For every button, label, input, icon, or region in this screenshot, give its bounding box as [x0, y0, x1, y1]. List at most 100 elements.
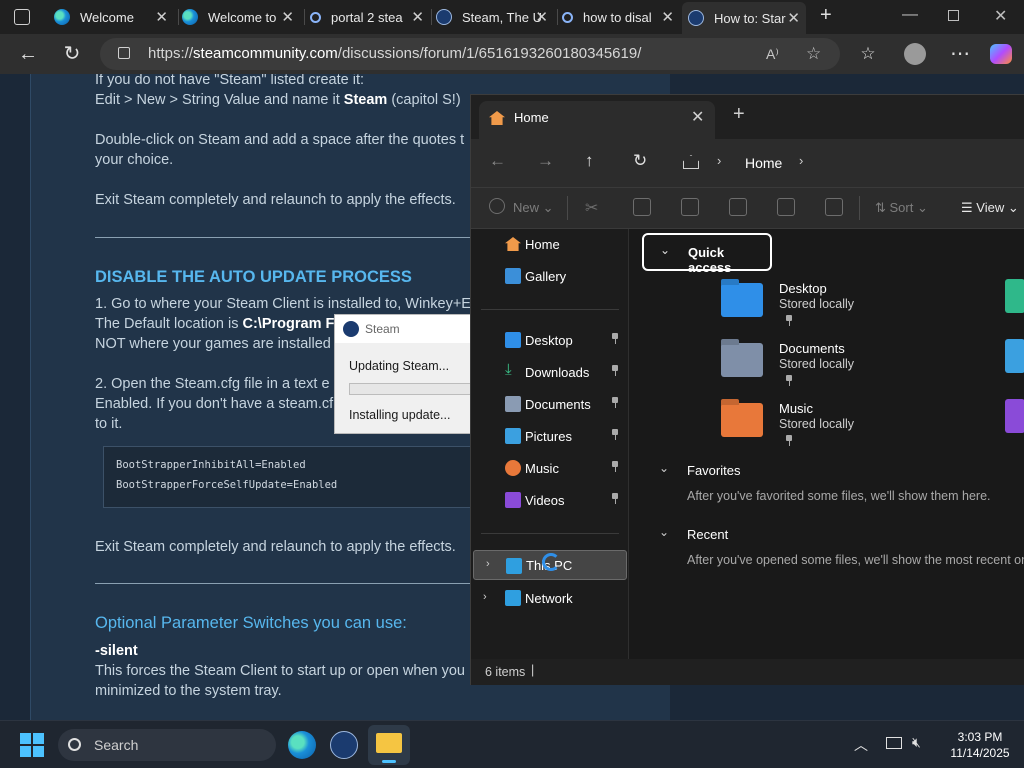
sidebar-item-documents[interactable]: Documents — [471, 389, 629, 419]
sidebar-item-network[interactable]: › Network — [471, 583, 629, 613]
music-folder-icon — [505, 460, 521, 476]
new-button[interactable]: New ⌄ — [513, 200, 554, 216]
clock[interactable]: 3:03 PM 11/14/2025 — [940, 729, 1020, 761]
cut-icon[interactable]: ✂ — [585, 198, 603, 217]
tab-actions-icon[interactable] — [14, 9, 30, 25]
up-button[interactable]: ↑ — [585, 151, 594, 171]
paragraph-line: your choice. — [95, 152, 174, 168]
new-tab-button[interactable]: + — [733, 103, 745, 126]
browser-tab[interactable]: portal 2 stea ✕ — [310, 4, 430, 30]
paragraph-line: Double-click on Steam and add a space af… — [95, 132, 465, 148]
sort-button[interactable]: ⇅ Sort ⌄ — [875, 200, 928, 216]
back-button[interactable]: ← — [14, 40, 42, 68]
sidebar-item-downloads[interactable]: ⤓ Downloads — [471, 357, 629, 387]
sidebar-item-home[interactable]: Home — [471, 229, 629, 259]
quick-access-item[interactable]: Documents Stored locally — [721, 341, 1021, 397]
divider — [95, 583, 475, 584]
browser-tab[interactable]: Welcome ✕ — [54, 4, 174, 30]
url-field[interactable]: https://steamcommunity.com/discussions/f… — [100, 38, 840, 70]
volume-muted-icon[interactable]: 🔇︎ — [912, 734, 921, 751]
favorites-icon[interactable]: ☆ — [854, 40, 882, 68]
taskbar-search[interactable]: Search — [58, 729, 276, 761]
explorer-status-bar: 6 items | — [471, 659, 1024, 685]
pin-icon — [785, 435, 793, 447]
tab-close-icon[interactable]: ✕ — [535, 8, 548, 26]
code-block[interactable]: BootStrapperInhibitAll=Enabled BootStrap… — [103, 446, 483, 508]
chevron-up-icon[interactable]: ︿ — [854, 735, 868, 755]
profile-avatar[interactable] — [904, 43, 926, 65]
view-button[interactable]: ☰ View ⌄ — [961, 200, 1019, 216]
chevron-right-icon[interactable]: › — [799, 153, 803, 168]
edge-icon[interactable] — [288, 731, 316, 759]
reload-button[interactable]: ↻ — [58, 40, 86, 68]
browser-tab[interactable]: Welcome to ✕ — [182, 4, 300, 30]
empty-state-note: After you've opened some files, we'll sh… — [687, 553, 1024, 567]
documents-folder-icon — [505, 396, 521, 412]
start-button[interactable] — [20, 733, 44, 757]
steam-update-dialog[interactable]: Steam Updating Steam... Installing updat… — [334, 314, 475, 434]
display-icon[interactable] — [886, 737, 902, 749]
file-explorer-icon[interactable] — [368, 725, 410, 765]
new-tab-button[interactable]: + — [820, 4, 832, 27]
home-icon — [505, 237, 521, 251]
chevron-right-icon[interactable]: › — [483, 591, 487, 603]
tab-close-icon[interactable]: ✕ — [787, 9, 800, 27]
restore-button[interactable] — [948, 10, 959, 21]
lock-icon[interactable] — [118, 47, 130, 59]
chevron-down-icon[interactable]: ⌄ — [659, 525, 669, 539]
refresh-button[interactable]: ↻ — [633, 151, 647, 171]
browser-tab[interactable]: how to disal ✕ — [562, 4, 680, 30]
copilot-icon[interactable] — [990, 44, 1012, 64]
tab-close-icon[interactable]: ✕ — [661, 8, 674, 26]
breadcrumb-item[interactable]: Home — [745, 155, 782, 171]
sidebar-item-gallery[interactable]: Gallery — [471, 261, 629, 291]
folder-icon[interactable] — [1005, 279, 1024, 313]
browser-tab-active[interactable]: How to: Star ✕ — [682, 2, 806, 34]
browser-tab-bar: Welcome ✕ Welcome to ✕ portal 2 stea ✕ S… — [0, 0, 1024, 34]
tab-close-icon[interactable]: ✕ — [691, 107, 704, 127]
chevron-right-icon[interactable]: › — [486, 558, 490, 570]
favorite-star-icon[interactable]: ☆ — [806, 38, 821, 70]
pin-icon — [611, 429, 619, 441]
folder-icon[interactable] — [1005, 339, 1024, 373]
share-icon[interactable] — [777, 198, 795, 216]
tab-close-icon[interactable]: ✕ — [155, 8, 168, 26]
explorer-tab[interactable]: Home ✕ — [479, 101, 715, 139]
quick-access-item[interactable]: Music Stored locally — [721, 401, 1021, 457]
item-location: Stored locally — [779, 357, 855, 371]
paste-icon[interactable] — [681, 198, 699, 216]
sidebar-item-desktop[interactable]: Desktop — [471, 325, 629, 355]
read-aloud-icon[interactable]: A⁾ — [766, 38, 779, 70]
folder-icon[interactable] — [1005, 399, 1024, 433]
chevron-down-icon[interactable]: ⌄ — [659, 461, 669, 475]
close-window-button[interactable]: ✕ — [994, 6, 1007, 26]
sidebar-item-label: Documents — [525, 397, 591, 412]
delete-icon[interactable] — [825, 198, 843, 216]
steam-icon[interactable] — [330, 731, 358, 759]
sidebar-item-this-pc[interactable]: › This PC — [473, 550, 627, 580]
loading-cursor-icon — [542, 553, 560, 571]
minimize-button[interactable]: — — [902, 6, 918, 24]
section-heading: Optional Parameter Switches you can use: — [95, 614, 407, 632]
back-button[interactable]: ← — [489, 151, 506, 171]
browser-tab[interactable]: Steam, The U ✕ — [436, 4, 554, 30]
breadcrumb[interactable]: › Home › — [677, 147, 1024, 179]
chevron-down-icon: ⌄ — [660, 243, 671, 257]
tab-close-icon[interactable]: ✕ — [281, 8, 294, 26]
sidebar-item-videos[interactable]: Videos — [471, 485, 629, 515]
pin-icon — [611, 493, 619, 505]
sidebar-item-music[interactable]: Music — [471, 453, 629, 483]
section-label[interactable]: Recent — [687, 527, 728, 542]
rename-icon[interactable] — [729, 198, 747, 216]
more-menu-icon[interactable]: ⋯ — [946, 40, 974, 68]
quick-access-header[interactable]: ⌄ Quick access — [642, 233, 772, 275]
explorer-command-bar: New ⌄ ✂ ⇅ Sort ⌄ ☰ View ⌄ — [471, 187, 1024, 229]
section-label[interactable]: Favorites — [687, 463, 740, 478]
file-explorer-window[interactable]: Home ✕ + ← → ↑ ↻ › Home › New ⌄ ✂ ⇅ Sort… — [470, 94, 1024, 685]
sidebar-item-pictures[interactable]: Pictures — [471, 421, 629, 451]
tab-close-icon[interactable]: ✕ — [411, 8, 424, 26]
copy-icon[interactable] — [633, 198, 651, 216]
paragraph-line: Enabled. If you don't have a steam.cf — [95, 396, 334, 412]
forward-button[interactable]: → — [537, 151, 554, 171]
quick-access-item[interactable]: Desktop Stored locally — [721, 281, 1021, 337]
